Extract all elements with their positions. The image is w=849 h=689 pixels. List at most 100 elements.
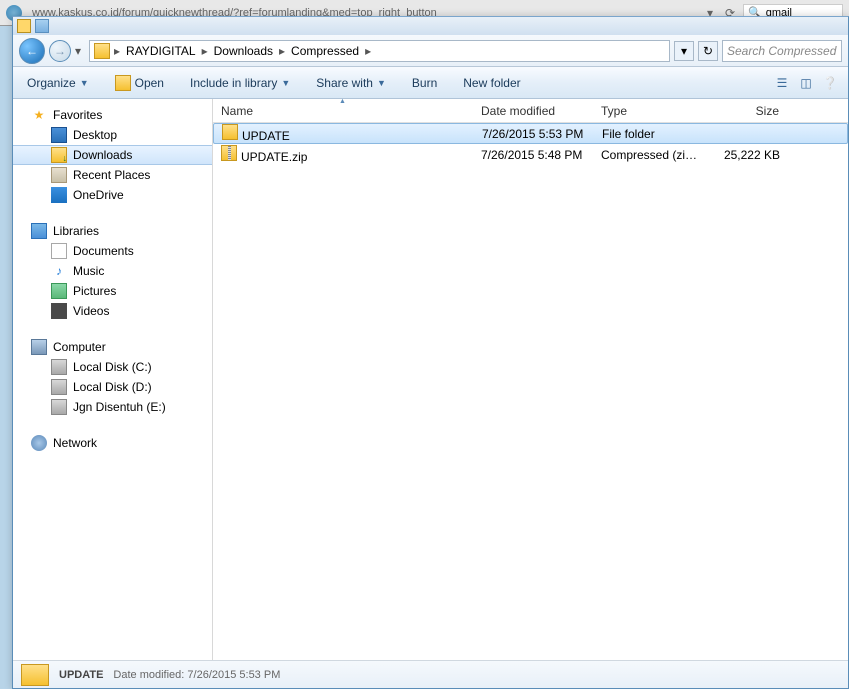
- file-name: UPDATE: [242, 129, 290, 143]
- sidebar-item-label: Jgn Disentuh (E:): [73, 400, 166, 414]
- body: ★Favorites Desktop Downloads Recent Plac…: [13, 99, 848, 660]
- breadcrumb-compressed[interactable]: Compressed: [287, 42, 363, 60]
- breadcrumb-downloads[interactable]: Downloads: [210, 42, 277, 60]
- include-library-button[interactable]: Include in library ▼: [184, 72, 296, 94]
- folder-icon: [17, 19, 31, 33]
- breadcrumb-raydigital[interactable]: RAYDIGITAL: [122, 42, 200, 60]
- libraries-icon: [31, 223, 47, 239]
- share-with-button[interactable]: Share with ▼: [310, 72, 392, 94]
- documents-icon: [51, 243, 67, 259]
- chevron-right-icon[interactable]: ▸: [277, 44, 287, 58]
- file-row-update-folder[interactable]: UPDATE 7/26/2015 5:53 PM File folder: [213, 123, 848, 144]
- sidebar-item-pictures[interactable]: Pictures: [13, 281, 212, 301]
- sidebar-network-group: Network: [13, 433, 212, 453]
- status-name: UPDATE: [59, 669, 103, 681]
- sidebar-item-label: Pictures: [73, 284, 116, 298]
- column-size[interactable]: Size: [708, 99, 788, 122]
- include-label: Include in library: [190, 76, 277, 90]
- desktop-icon: [51, 127, 67, 143]
- toolbar: Organize ▼ Open Include in library ▼ Sha…: [13, 67, 848, 99]
- status-sub: Date modified: 7/26/2015 5:53 PM: [113, 669, 280, 681]
- burn-label: Burn: [412, 76, 437, 90]
- column-name[interactable]: Name: [213, 99, 473, 122]
- disk-icon: [51, 379, 67, 395]
- sidebar-item-label: OneDrive: [73, 188, 124, 202]
- folder-icon: [94, 43, 110, 59]
- new-folder-button[interactable]: New folder: [457, 72, 526, 94]
- column-type[interactable]: Type: [593, 99, 708, 122]
- sidebar-item-music[interactable]: ♪ Music: [13, 261, 212, 281]
- back-button[interactable]: ←: [19, 38, 45, 64]
- sidebar-favorites[interactable]: ★Favorites: [13, 105, 212, 125]
- sidebar-computer-group: Computer Local Disk (C:) Local Disk (D:)…: [13, 337, 212, 417]
- burn-button[interactable]: Burn: [406, 72, 443, 94]
- status-bar: UPDATE Date modified: 7/26/2015 5:53 PM: [13, 660, 848, 688]
- open-button[interactable]: Open: [109, 71, 170, 95]
- sidebar-item-label: Desktop: [73, 128, 117, 142]
- sidebar-item-recent-places[interactable]: Recent Places: [13, 165, 212, 185]
- help-icon[interactable]: ❔: [820, 73, 840, 93]
- refresh-dropdown[interactable]: ▾: [674, 41, 694, 61]
- chevron-right-icon[interactable]: ▸: [363, 44, 373, 58]
- file-row-update-zip[interactable]: UPDATE.zip 7/26/2015 5:48 PM Compressed …: [213, 144, 848, 165]
- chevron-down-icon: ▼: [377, 78, 386, 88]
- folder-open-icon: [115, 75, 131, 91]
- preview-pane-icon[interactable]: ◫: [796, 73, 816, 93]
- toolbar-right: ☰ ◫ ❔: [772, 73, 840, 93]
- file-date: 7/26/2015 5:53 PM: [474, 127, 594, 141]
- window-titlebar[interactable]: [13, 17, 848, 35]
- organize-button[interactable]: Organize ▼: [21, 72, 95, 94]
- sidebar-libraries[interactable]: Libraries: [13, 221, 212, 241]
- history-dropdown-icon[interactable]: ▾: [75, 44, 85, 58]
- refresh-button[interactable]: ↻: [698, 41, 718, 61]
- sidebar-item-disk-c[interactable]: Local Disk (C:): [13, 357, 212, 377]
- folder-icon: [21, 664, 49, 686]
- zip-icon: [221, 145, 237, 161]
- sidebar: ★Favorites Desktop Downloads Recent Plac…: [13, 99, 213, 660]
- organize-label: Organize: [27, 76, 76, 90]
- nav-bar: ← → ▾ ▸ RAYDIGITAL ▸ Downloads ▸ Compres…: [13, 35, 848, 67]
- sidebar-computer[interactable]: Computer: [13, 337, 212, 357]
- sidebar-item-label: Libraries: [53, 224, 99, 238]
- folder-icon: [35, 19, 49, 33]
- disk-icon: [51, 399, 67, 415]
- sidebar-item-disk-e[interactable]: Jgn Disentuh (E:): [13, 397, 212, 417]
- star-icon: ★: [31, 107, 47, 123]
- search-input[interactable]: Search Compressed: [722, 40, 842, 62]
- sidebar-item-label: Computer: [53, 340, 106, 354]
- breadcrumb[interactable]: ▸ RAYDIGITAL ▸ Downloads ▸ Compressed ▸: [89, 40, 670, 62]
- chevron-down-icon: ▼: [281, 78, 290, 88]
- sidebar-item-downloads[interactable]: Downloads: [13, 145, 212, 165]
- sidebar-item-videos[interactable]: Videos: [13, 301, 212, 321]
- newfolder-label: New folder: [463, 76, 520, 90]
- chevron-right-icon[interactable]: ▸: [112, 44, 122, 58]
- network-icon: [31, 435, 47, 451]
- file-type: File folder: [594, 127, 709, 141]
- sidebar-item-label: Music: [73, 264, 104, 278]
- chevron-right-icon[interactable]: ▸: [200, 44, 210, 58]
- share-label: Share with: [316, 76, 373, 90]
- disk-icon: [51, 359, 67, 375]
- file-size: 25,222 KB: [708, 148, 788, 162]
- search-placeholder: Search Compressed: [727, 44, 836, 58]
- computer-icon: [31, 339, 47, 355]
- downloads-icon: [51, 147, 67, 163]
- column-headers: Name Date modified Type Size: [213, 99, 848, 123]
- sidebar-network[interactable]: Network: [13, 433, 212, 453]
- view-options-icon[interactable]: ☰: [772, 73, 792, 93]
- sidebar-item-label: Documents: [73, 244, 134, 258]
- forward-button[interactable]: →: [49, 40, 71, 62]
- column-date[interactable]: Date modified: [473, 99, 593, 122]
- sidebar-item-label: Network: [53, 436, 97, 450]
- sidebar-item-documents[interactable]: Documents: [13, 241, 212, 261]
- sidebar-item-label: Recent Places: [73, 168, 150, 182]
- music-icon: ♪: [51, 263, 67, 279]
- chevron-down-icon: ▼: [80, 78, 89, 88]
- sidebar-item-desktop[interactable]: Desktop: [13, 125, 212, 145]
- sidebar-item-label: Downloads: [73, 148, 132, 162]
- pictures-icon: [51, 283, 67, 299]
- sidebar-item-disk-d[interactable]: Local Disk (D:): [13, 377, 212, 397]
- videos-icon: [51, 303, 67, 319]
- sidebar-item-label: Local Disk (D:): [73, 380, 152, 394]
- sidebar-item-onedrive[interactable]: OneDrive: [13, 185, 212, 205]
